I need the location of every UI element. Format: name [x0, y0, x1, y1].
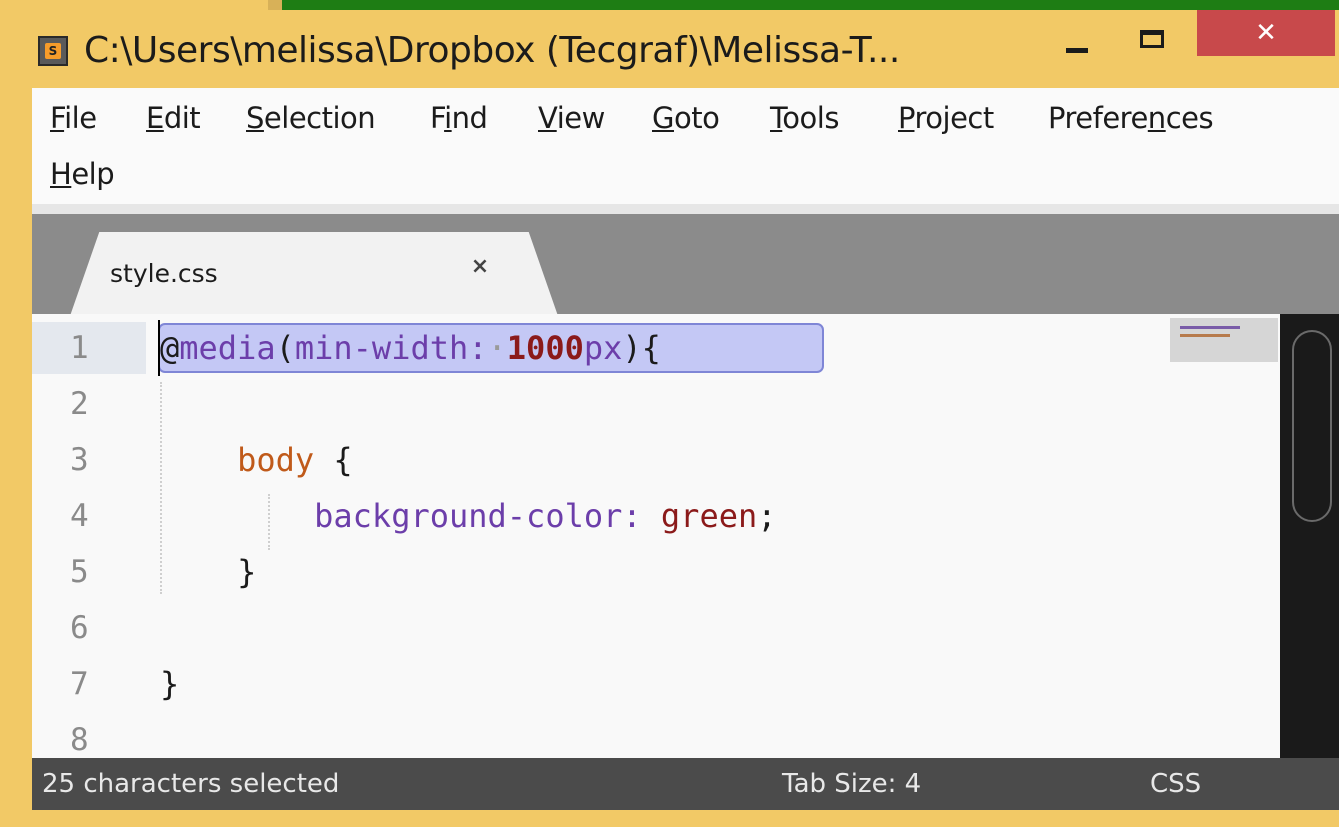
- tab-label[interactable]: style.css: [110, 252, 218, 296]
- scrollbar-thumb[interactable]: [1292, 330, 1332, 522]
- sublime-text-icon[interactable]: S: [38, 36, 68, 66]
- menu-file[interactable]: File: [50, 90, 97, 146]
- status-bar: 25 characters selected Tab Size: 4 CSS: [32, 758, 1339, 810]
- line-number: 8: [70, 722, 89, 758]
- maximize-button[interactable]: [1128, 20, 1182, 64]
- menu-selection[interactable]: Selection: [246, 90, 376, 146]
- minimize-button[interactable]: [1058, 26, 1112, 70]
- window-title: C:\Users\melissa\Dropbox (Tecgraf)\Melis…: [84, 30, 900, 71]
- syntax-indicator[interactable]: CSS: [1150, 758, 1201, 810]
- code-line-3: body {: [237, 441, 353, 479]
- line-number: 1: [70, 330, 89, 366]
- tab-size-indicator[interactable]: Tab Size: 4: [782, 758, 921, 810]
- code-line-5: }: [237, 553, 257, 591]
- tab-bar: [32, 204, 1339, 316]
- menu-find[interactable]: Find: [430, 90, 488, 146]
- menu-help[interactable]: Help: [50, 146, 115, 202]
- line-number: 3: [70, 442, 89, 478]
- menu-goto[interactable]: Goto: [652, 90, 720, 146]
- menu-bar: File Edit Selection Find View Goto Tools…: [32, 88, 1339, 204]
- code-line-4: background-color: green;: [314, 497, 777, 535]
- line-number: 4: [70, 498, 89, 534]
- menu-edit[interactable]: Edit: [146, 90, 201, 146]
- menu-preferences[interactable]: Preferences: [1048, 90, 1214, 146]
- line-number: 2: [70, 386, 89, 422]
- code-line-7: }: [160, 665, 180, 703]
- menu-tools[interactable]: Tools: [770, 90, 839, 146]
- code-editor[interactable]: 1 2 3 4 5 6 7 8 @media(min-width:·1000px…: [32, 314, 1280, 758]
- line-number: 6: [70, 610, 89, 646]
- close-button[interactable]: ✕: [1197, 10, 1335, 56]
- desktop-strip: [0, 0, 268, 10]
- menu-project[interactable]: Project: [898, 90, 994, 146]
- minimap[interactable]: [1170, 318, 1278, 362]
- code-line-1: @media(min-width:·1000px){: [160, 329, 661, 367]
- tab-close-icon[interactable]: ×: [466, 254, 494, 294]
- title-bar[interactable]: S C:\Users\melissa\Dropbox (Tecgraf)\Mel…: [0, 10, 1339, 88]
- selection-status: 25 characters selected: [42, 769, 340, 799]
- line-number: 7: [70, 666, 89, 702]
- line-number: 5: [70, 554, 89, 590]
- menu-view[interactable]: View: [538, 90, 605, 146]
- desktop-divider: [268, 0, 282, 10]
- background-window-edge: [282, 0, 1339, 10]
